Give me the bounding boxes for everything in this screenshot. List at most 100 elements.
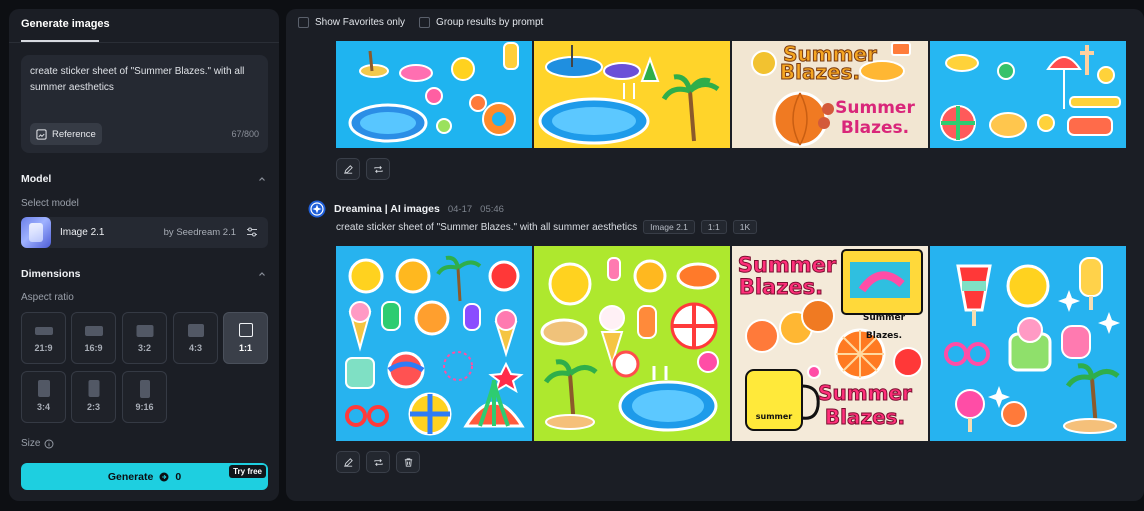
select-model-label: Select model: [21, 198, 79, 209]
image-upload-icon: [36, 128, 47, 140]
ratio-21-9[interactable]: 21:9: [21, 312, 66, 364]
model-section-title: Model: [21, 173, 52, 185]
sticker-art: [540, 257, 720, 432]
ratio-3-2[interactable]: 3:2: [122, 312, 167, 364]
ratio-label: 3:2: [137, 343, 151, 353]
favorites-toggle[interactable]: Show Favorites only: [298, 17, 405, 28]
sticker-title: Blazes.: [779, 60, 861, 84]
favorites-label: Show Favorites only: [315, 17, 406, 28]
sticker-title: Summer: [835, 98, 915, 118]
generated-image[interactable]: [930, 246, 1126, 441]
regenerate-button[interactable]: [366, 158, 390, 180]
sticker-small-label: Summer Blazes.: [862, 313, 906, 341]
sticker-art: [538, 45, 720, 145]
model-thumbnail: [21, 217, 51, 248]
pencil-icon: [343, 164, 353, 174]
repeat-icon: [373, 165, 383, 173]
sticker-art: [348, 42, 519, 143]
generated-image[interactable]: [336, 41, 532, 148]
chevron-up-icon[interactable]: [257, 174, 267, 184]
aspect-ratio-label: Aspect ratio: [21, 292, 74, 303]
results-panel: Show Favorites only Group results by pro…: [286, 9, 1144, 501]
resolution-tag: 1K: [732, 220, 758, 234]
sticker-art: [940, 45, 1121, 141]
repeat-icon: [373, 458, 383, 466]
ratio-4-3[interactable]: 4:3: [173, 312, 218, 364]
result-date: 04-17: [447, 203, 473, 215]
checkbox[interactable]: [419, 17, 431, 28]
ratio-shape: [34, 327, 53, 335]
image-grid-latest: Summer Blazes. Summer Blazes. summer Sum…: [336, 246, 1126, 441]
generate-button[interactable]: Generate 0 Try free: [21, 463, 268, 490]
prompt-input[interactable]: create sticker sheet of "Summer Blazes."…: [21, 55, 268, 153]
try-free-badge: Try free: [229, 465, 266, 478]
group-toggle[interactable]: Group results by prompt: [419, 17, 543, 28]
model-name: Image 2.1: [60, 227, 105, 238]
result-prompt-text[interactable]: create sticker sheet of "Summer Blazes."…: [336, 222, 637, 233]
generate-credits: 0: [175, 470, 182, 483]
size-label: Size: [21, 438, 41, 449]
ratio-tag: 1:1: [700, 220, 727, 234]
sticker-art: [944, 257, 1120, 434]
ratio-label: 2:3: [86, 402, 100, 412]
generate-label: Generate: [107, 470, 154, 483]
ratio-shape: [84, 326, 103, 336]
sticker-art: [345, 255, 525, 436]
ratio-shape: [88, 380, 99, 397]
checkbox[interactable]: [298, 17, 309, 28]
ratio-shape: [37, 380, 50, 397]
info-icon[interactable]: [44, 439, 54, 449]
sliders-icon[interactable]: [246, 226, 258, 238]
ratio-label: 3:4: [36, 402, 50, 412]
sticker-title: Blazes.: [738, 275, 824, 299]
ratio-shape: [139, 380, 150, 398]
generated-image[interactable]: [930, 41, 1126, 148]
dreamina-logo-icon: [308, 200, 326, 218]
credit-icon: [159, 472, 169, 481]
ratio-label: 16:9: [84, 343, 103, 353]
model-provider: by Seedream 2.1: [163, 227, 236, 238]
generated-image[interactable]: [336, 246, 532, 441]
reference-button[interactable]: Reference: [30, 123, 102, 145]
ratio-label: 9:16: [135, 402, 154, 412]
edit-button[interactable]: [336, 451, 360, 473]
generated-image[interactable]: Summer Blazes. Summer Blazes. summer Sum…: [732, 246, 928, 441]
pencil-icon: [343, 457, 353, 467]
ratio-shape: [238, 323, 253, 337]
result-prompt: create sticker sheet of "Summer Blazes."…: [336, 220, 758, 234]
trash-icon: [404, 457, 412, 467]
bot-name: Dreamina | AI images: [334, 203, 440, 215]
delete-button[interactable]: [396, 451, 420, 473]
result-header: Dreamina | AI images 04-17 05:46: [308, 200, 504, 218]
generated-image[interactable]: [534, 246, 730, 441]
dimensions-section-title: Dimensions: [21, 268, 81, 280]
result-time: 05:46: [480, 203, 504, 215]
mug-label: summer: [755, 412, 793, 421]
sticker-title: Summer: [818, 381, 913, 405]
left-panel: Generate images create sticker sheet of …: [9, 9, 279, 501]
model-tag: Image 2.1: [643, 220, 695, 234]
ratio-16-9[interactable]: 16:9: [71, 312, 116, 364]
ratio-label: 1:1: [238, 343, 252, 353]
regenerate-button[interactable]: [366, 451, 390, 473]
ratio-2-3[interactable]: 2:3: [71, 371, 116, 423]
ratio-label: 21:9: [34, 343, 53, 353]
reference-label: Reference: [52, 128, 96, 140]
results-options: Show Favorites only Group results by pro…: [298, 17, 543, 28]
image-grid-previous: Summer Blazes. Summer Blazes.: [336, 41, 1126, 148]
group-label: Group results by prompt: [436, 17, 544, 28]
edit-button[interactable]: [336, 158, 360, 180]
divider: [9, 42, 279, 43]
prompt-text[interactable]: create sticker sheet of "Summer Blazes."…: [30, 64, 258, 96]
generated-image[interactable]: [534, 41, 730, 148]
ratio-9-16[interactable]: 9:16: [122, 371, 167, 423]
ratio-3-4[interactable]: 3:4: [21, 371, 66, 423]
generated-image[interactable]: Summer Blazes. Summer Blazes.: [732, 41, 928, 148]
ratio-1-1[interactable]: 1:1: [223, 312, 268, 364]
chevron-up-icon[interactable]: [257, 269, 267, 279]
ratio-label: 4:3: [188, 343, 202, 353]
tab-generate-images[interactable]: Generate images: [21, 18, 110, 30]
char-counter: 67/800: [231, 129, 259, 139]
sticker-title: Blazes.: [824, 405, 906, 429]
model-selector[interactable]: Image 2.1 by Seedream 2.1: [21, 217, 268, 248]
